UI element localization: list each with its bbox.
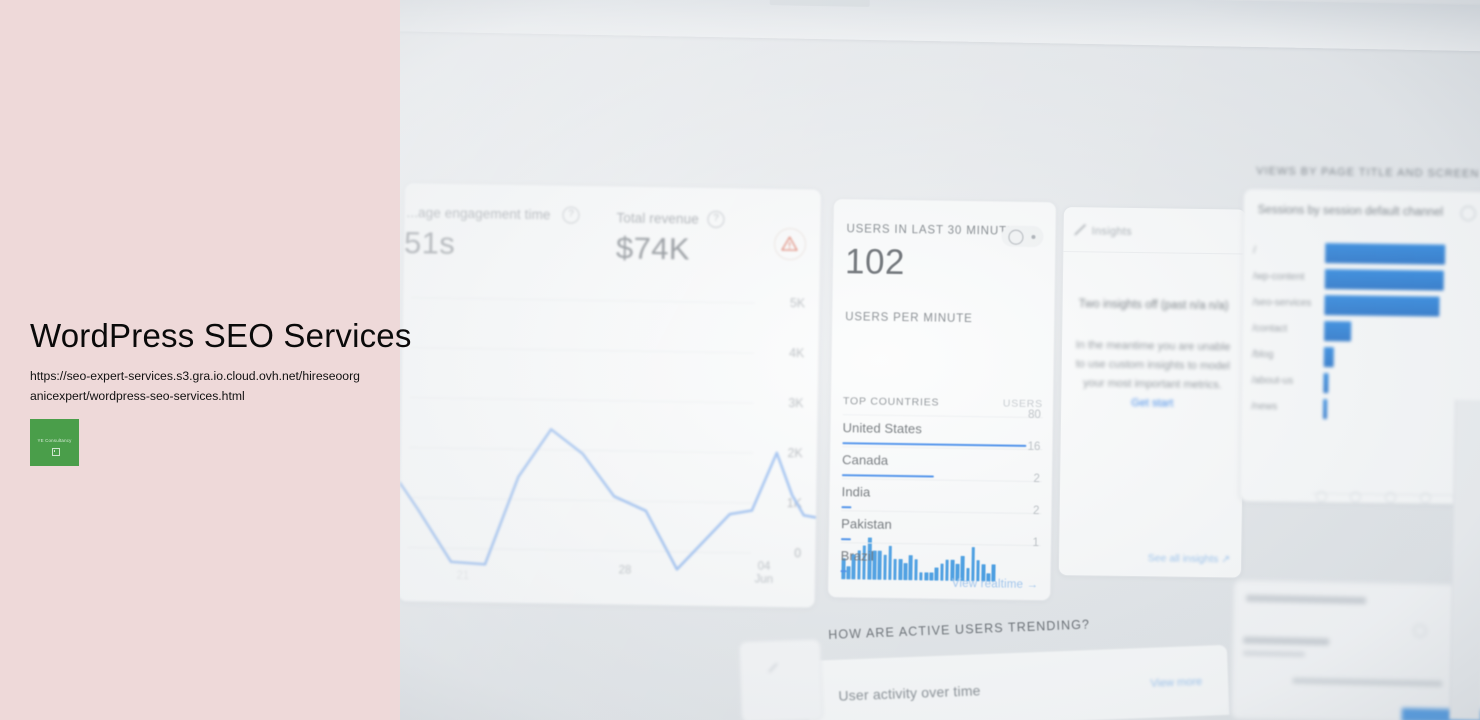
sparkle-icon <box>1074 224 1086 236</box>
country-name: Pakistan <box>841 516 892 532</box>
insights-card[interactable]: Insights Two insights off (past n/a n/a)… <box>1057 206 1247 579</box>
insights-body: Two insights off (past n/a n/a) In the m… <box>1073 295 1233 414</box>
user-activity-link[interactable]: View more <box>1150 676 1202 690</box>
country-row[interactable]: United States 80 <box>842 409 1043 450</box>
country-users: 1 <box>1032 536 1039 550</box>
bar-row[interactable]: /about-us <box>1251 371 1480 396</box>
country-name: India <box>841 484 871 500</box>
country-bar <box>841 473 934 478</box>
revenue-label: Total revenue <box>616 210 699 227</box>
country-bar <box>841 505 852 509</box>
bar-fill <box>1324 269 1444 291</box>
revenue-line-chart: 5K 4K 3K 2K 1K 0 21 28 ? 04 Jun <box>398 279 819 607</box>
top-countries-table: TOP COUNTRIES USERS United States 80 Canad… <box>840 395 1043 578</box>
country-bar <box>840 569 847 573</box>
x-tick-jun: Jun <box>754 573 774 586</box>
bar-fill <box>1325 243 1446 265</box>
metrics-header: ...age engagement time ? 51s Total reven… <box>403 183 820 286</box>
view-realtime-link[interactable]: View realtime → <box>952 578 1039 591</box>
top-countries-title: TOP COUNTRIES <box>842 395 940 409</box>
metrics-card[interactable]: ...age engagement time ? 51s Total reven… <box>397 182 822 609</box>
revenue-value: $74K <box>615 230 691 267</box>
country-users: 16 <box>1027 440 1041 454</box>
bar-label: /wp-content <box>1252 271 1305 283</box>
screenshot-stage: ...age engagement time ? 51s Total reven… <box>0 0 1480 720</box>
bar-row[interactable]: /wp-content <box>1253 267 1480 292</box>
country-row[interactable]: Canada 16 <box>841 441 1043 482</box>
bar-label: /about-us <box>1251 375 1294 387</box>
sparkle-icon <box>768 663 778 673</box>
bar-label: /contact <box>1252 323 1288 335</box>
x-axis-tick <box>1384 491 1397 504</box>
bar-row[interactable]: /news <box>1251 397 1480 422</box>
bar-row[interactable]: /seo-services <box>1252 293 1480 318</box>
country-row[interactable]: Pakistan 2 <box>840 505 1042 546</box>
engagement-value: 51s <box>403 225 456 261</box>
insights-header-label: Insights <box>1091 225 1133 238</box>
bar-label: /blog <box>1251 349 1274 361</box>
logo-mark-icon <box>51 448 60 456</box>
bar-fill <box>1323 347 1334 368</box>
insights-header: Insights <box>1074 224 1133 238</box>
views-by-page-card[interactable]: VIEWS BY PAGE TITLE AND SCREEN Sessions … <box>1238 165 1480 506</box>
country-name: Brazil <box>840 548 874 564</box>
country-bar <box>840 537 851 541</box>
views-section-title: VIEWS BY PAGE TITLE AND SCREEN <box>1256 165 1480 181</box>
bar-label: /news <box>1251 401 1278 413</box>
bar-fill <box>1323 373 1329 394</box>
realtime-users-card[interactable]: USERS IN LAST 30 MINUTES 102 USERS PER M… <box>827 198 1057 602</box>
logo-text: YE Consultancy <box>37 438 72 443</box>
engagement-label: ...age engagement time <box>406 205 551 223</box>
realtime-users-label: USERS IN LAST 30 MINUTES <box>846 223 1025 238</box>
insights-title: Two insights off (past n/a n/a) <box>1078 298 1229 313</box>
bar-label: / <box>1253 245 1257 257</box>
bar-row[interactable]: /contact <box>1252 319 1480 344</box>
x-tick-21: 21 <box>456 569 470 583</box>
country-users: 2 <box>1032 505 1040 518</box>
country-users: 80 <box>1027 408 1041 422</box>
x-axis-tick <box>1315 490 1328 503</box>
x-tick-04: 04 <box>757 560 771 573</box>
engagement-help-icon[interactable]: ? <box>562 206 580 224</box>
see-all-insights-link[interactable]: See all insights ↗ <box>1148 552 1231 565</box>
insights-text: In the meantime you are unable to use cu… <box>1075 339 1231 392</box>
country-users: 2 <box>1033 473 1040 486</box>
country-name: Canada <box>842 452 889 468</box>
user-activity-card[interactable]: User activity over time View more <box>806 643 1231 720</box>
x-tick-04-jun: ? 04 Jun <box>747 560 781 587</box>
users-per-minute-label: USERS PER MINUTE <box>845 311 973 326</box>
help-icon[interactable] <box>1413 624 1427 638</box>
country-name: United States <box>842 420 923 437</box>
realtime-users-value: 102 <box>844 242 906 283</box>
country-row[interactable]: India 2 <box>841 473 1042 514</box>
page-url[interactable]: https://seo-expert-services.s3.gra.io.cl… <box>30 366 360 406</box>
country-row[interactable]: Brazil 1 <box>840 537 1041 578</box>
lower-right-widget[interactable] <box>1230 579 1480 720</box>
bar-row[interactable]: /blog <box>1252 345 1480 370</box>
page-title: WordPress SEO Services <box>30 317 412 354</box>
x-axis-tick <box>1349 491 1362 503</box>
lower-left-widget[interactable] <box>738 638 824 720</box>
x-axis-tick <box>1419 492 1432 504</box>
bar-fill <box>1322 399 1328 420</box>
insights-body-link[interactable]: Get start <box>1131 397 1173 410</box>
right-edge-panel <box>1449 399 1480 720</box>
user-activity-title: User activity over time <box>838 682 981 704</box>
bar-fill <box>1324 295 1440 317</box>
insights-divider <box>1063 251 1246 255</box>
clock-icon[interactable] <box>1001 225 1044 248</box>
revenue-help-icon[interactable]: ? <box>707 210 725 229</box>
bar-label: /seo-services <box>1252 297 1312 309</box>
bar-row[interactable]: / <box>1253 241 1480 266</box>
views-help-icon[interactable] <box>1460 205 1476 222</box>
overlay-panel: WordPress SEO Services https://seo-exper… <box>0 0 411 720</box>
logo[interactable]: YE Consultancy <box>30 419 79 466</box>
bar-fill <box>1324 321 1352 342</box>
x-tick-28: 28 <box>618 564 632 577</box>
warning-triangle-icon[interactable] <box>773 227 807 261</box>
views-card-subtitle: Sessions by session default channel <box>1257 204 1444 219</box>
